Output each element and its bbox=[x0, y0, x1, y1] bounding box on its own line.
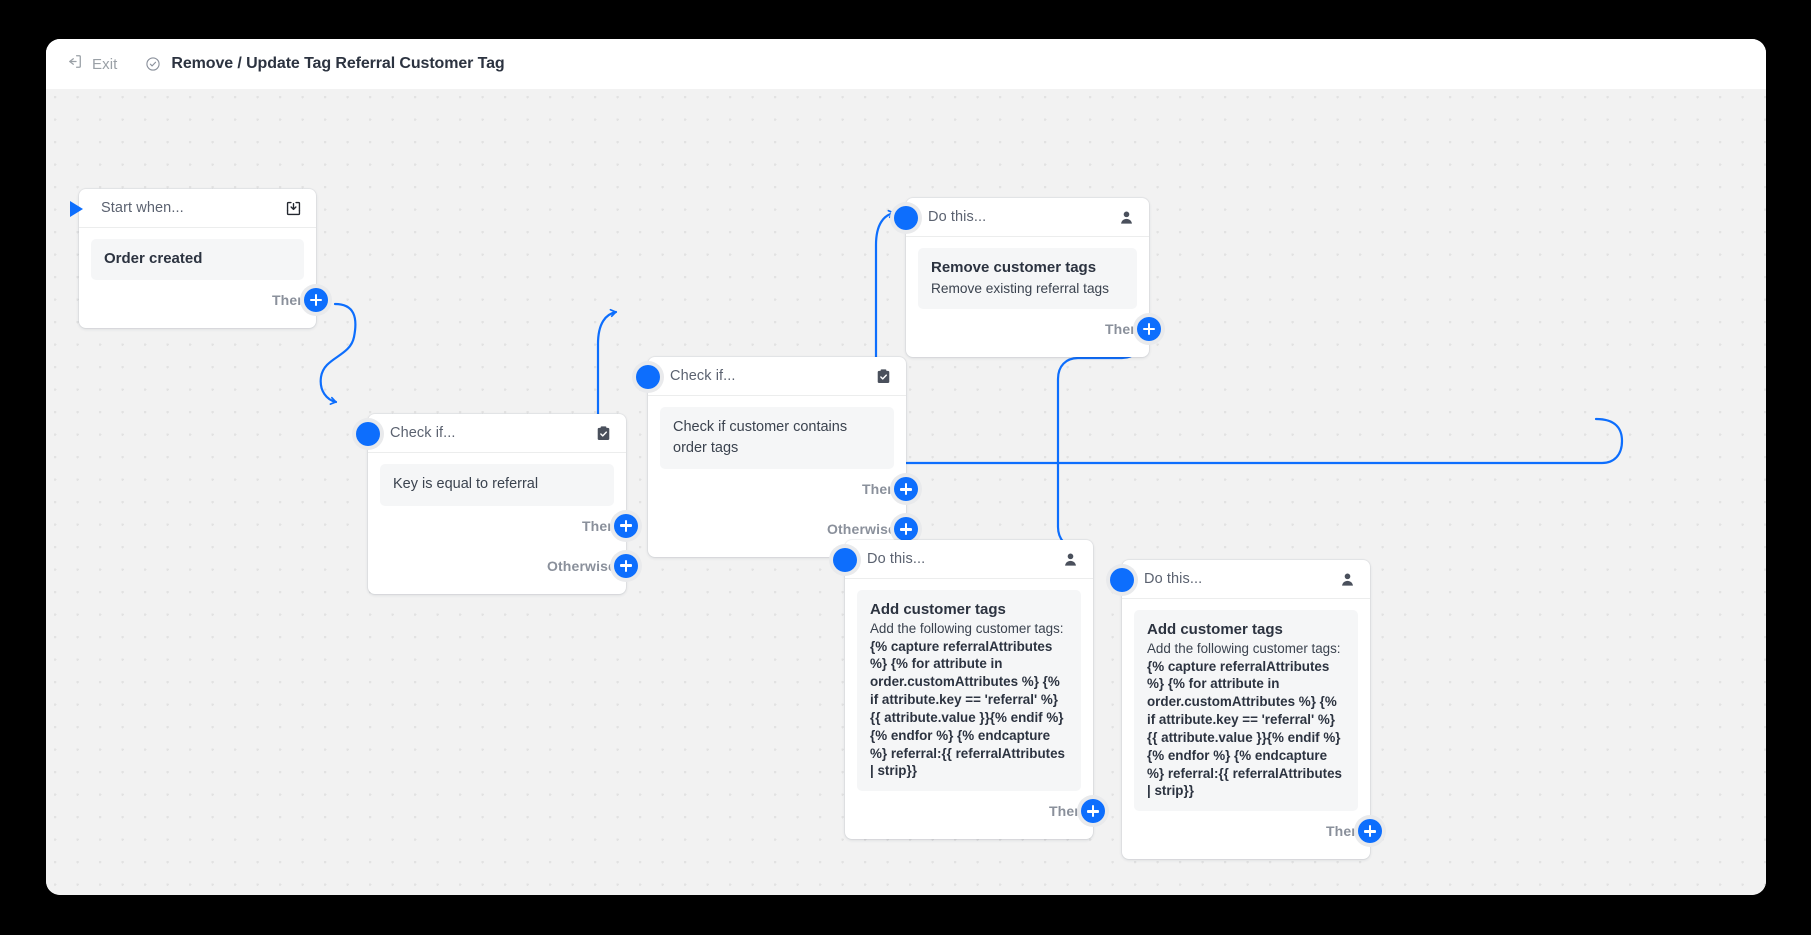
node-input-socket bbox=[894, 206, 918, 230]
node-input-socket bbox=[356, 422, 380, 446]
branch-label: Then bbox=[1326, 823, 1360, 839]
node-check-key-condition: Key is equal to referral bbox=[393, 474, 601, 495]
node-remove-customer-tags-subtitle: Remove existing referral tags bbox=[931, 279, 1124, 298]
node-check-key-branch-then: Then bbox=[368, 506, 626, 546]
node-remove-customer-tags-body: Remove customer tags Remove existing ref… bbox=[918, 248, 1137, 309]
node-trigger-body: Order created bbox=[91, 239, 304, 280]
node-add-customer-tags-1-kicker: Do this... bbox=[867, 551, 925, 567]
branch-label: Otherwise bbox=[827, 521, 896, 537]
exit-arrow-icon bbox=[66, 53, 83, 75]
node-add-customer-tags-2-description: Add the following customer tags: {% capt… bbox=[1147, 640, 1345, 800]
node-add-customer-tags-1-branch-then: Then bbox=[845, 791, 1093, 831]
node-check-order-tags-header: Check if... bbox=[648, 357, 906, 396]
add-step-button[interactable] bbox=[304, 288, 328, 312]
description-liquid-code: {% capture referralAttributes %} {% for … bbox=[870, 639, 1065, 779]
add-step-button[interactable] bbox=[894, 517, 918, 541]
branch-label: Otherwise bbox=[547, 558, 616, 574]
node-trigger-kicker: Start when... bbox=[101, 200, 184, 216]
node-remove-customer-tags-header: Do this... bbox=[906, 198, 1149, 237]
node-remove-customer-tags-title: Remove customer tags bbox=[931, 258, 1124, 278]
node-add-customer-tags-1-description: Add the following customer tags: {% capt… bbox=[870, 620, 1068, 780]
person-icon bbox=[1062, 551, 1079, 568]
node-add-customer-tags-1-body: Add customer tags Add the following cust… bbox=[857, 590, 1081, 791]
description-prefix: Add the following customer tags: bbox=[1147, 641, 1341, 656]
add-step-button[interactable] bbox=[614, 554, 638, 578]
node-input-socket bbox=[833, 548, 857, 572]
node-check-order-tags-body: Check if customer contains order tags bbox=[660, 407, 894, 469]
node-remove-customer-tags-kicker: Do this... bbox=[928, 209, 986, 225]
node-trigger-title: Order created bbox=[104, 249, 291, 269]
description-liquid-code: {% capture referralAttributes %} {% for … bbox=[1147, 659, 1342, 799]
node-add-customer-tags-2-body: Add customer tags Add the following cust… bbox=[1134, 610, 1358, 811]
inbox-download-icon bbox=[285, 200, 302, 217]
node-check-order-tags[interactable]: Check if... Check if customer contains o… bbox=[648, 357, 906, 557]
node-check-key[interactable]: Check if... Key is equal to referral The… bbox=[368, 414, 626, 594]
branch-label: Then bbox=[582, 518, 616, 534]
add-step-button[interactable] bbox=[614, 514, 638, 538]
exit-label: Exit bbox=[92, 56, 117, 73]
node-add-customer-tags-1[interactable]: Do this... Add customer tags Add the fol… bbox=[845, 540, 1093, 839]
title-group: Remove / Update Tag Referral Customer Ta… bbox=[145, 55, 504, 73]
node-add-customer-tags-2-kicker: Do this... bbox=[1144, 571, 1202, 587]
node-add-customer-tags-1-header: Do this... bbox=[845, 540, 1093, 579]
add-step-button[interactable] bbox=[1137, 317, 1161, 341]
add-step-button[interactable] bbox=[1081, 799, 1105, 823]
node-check-key-kicker: Check if... bbox=[390, 425, 456, 441]
person-icon bbox=[1339, 571, 1356, 588]
node-trigger[interactable]: Start when... Order created Then bbox=[79, 189, 316, 328]
node-input-socket bbox=[1110, 568, 1134, 592]
branch-label: Then bbox=[1105, 321, 1139, 337]
node-trigger-branch-then: Then bbox=[79, 280, 316, 320]
node-check-order-tags-kicker: Check if... bbox=[670, 368, 736, 384]
check-circle-icon bbox=[145, 56, 161, 72]
workflow-canvas[interactable]: Start when... Order created Then bbox=[46, 89, 1766, 895]
node-check-key-header: Check if... bbox=[368, 414, 626, 453]
editor-header: Exit Remove / Update Tag Referral Custom… bbox=[46, 39, 1766, 89]
node-check-key-branch-otherwise: Otherwise bbox=[368, 546, 626, 586]
node-check-order-tags-condition: Check if customer contains order tags bbox=[673, 417, 881, 458]
node-remove-customer-tags-branch-then: Then bbox=[906, 309, 1149, 349]
clipboard-check-icon bbox=[595, 425, 612, 442]
node-add-customer-tags-2-header: Do this... bbox=[1122, 560, 1370, 599]
start-arrow-icon bbox=[67, 198, 89, 225]
branch-label: Then bbox=[862, 481, 896, 497]
add-step-button[interactable] bbox=[894, 477, 918, 501]
exit-button[interactable]: Exit bbox=[66, 53, 117, 75]
node-check-key-body: Key is equal to referral bbox=[380, 464, 614, 506]
branch-label: Then bbox=[1049, 803, 1083, 819]
description-prefix: Add the following customer tags: bbox=[870, 621, 1064, 636]
workflow-editor-window: Exit Remove / Update Tag Referral Custom… bbox=[46, 39, 1766, 895]
node-remove-customer-tags[interactable]: Do this... Remove customer tags Remove e… bbox=[906, 198, 1149, 357]
node-input-socket bbox=[636, 365, 660, 389]
branch-label: Then bbox=[272, 292, 306, 308]
node-check-order-tags-branch-then: Then bbox=[648, 469, 906, 509]
add-step-button[interactable] bbox=[1358, 819, 1382, 843]
clipboard-check-icon bbox=[875, 368, 892, 385]
person-icon bbox=[1118, 209, 1135, 226]
node-add-customer-tags-2-branch-then: Then bbox=[1122, 811, 1370, 851]
node-add-customer-tags-2[interactable]: Do this... Add customer tags Add the fol… bbox=[1122, 560, 1370, 859]
node-add-customer-tags-1-title: Add customer tags bbox=[870, 600, 1068, 620]
node-add-customer-tags-2-title: Add customer tags bbox=[1147, 620, 1345, 640]
node-trigger-header: Start when... bbox=[79, 189, 316, 228]
page-title: Remove / Update Tag Referral Customer Ta… bbox=[171, 55, 504, 73]
